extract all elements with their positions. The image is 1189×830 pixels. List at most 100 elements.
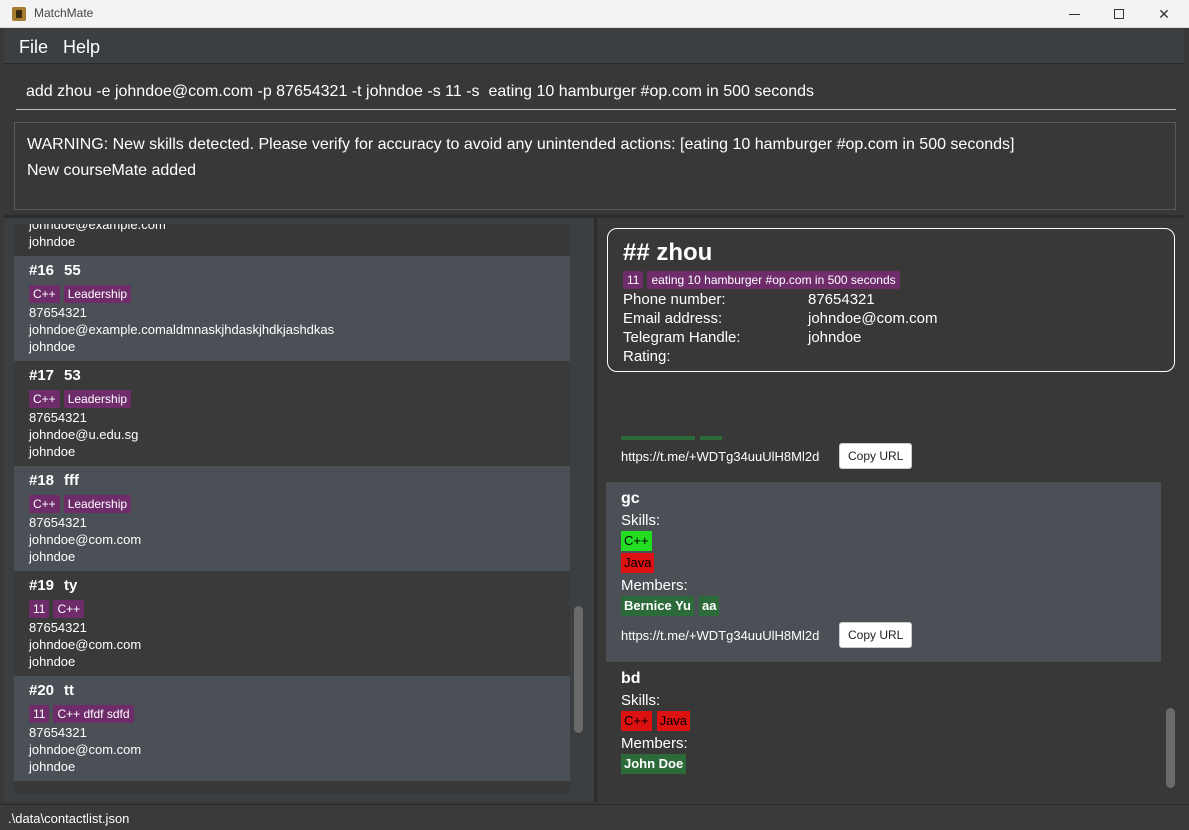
item-index: #16 [29, 262, 55, 279]
group-list[interactable]: https://t.me/+WDTg34uuUlH8Ml2d Copy URL … [606, 436, 1161, 793]
skills-label: Skills: [621, 692, 661, 709]
window-title: MatchMate [34, 6, 94, 20]
skill-tag: C++ dfdf sdfd [53, 705, 134, 723]
list-scroll-thumb[interactable] [574, 606, 583, 733]
minimize-button[interactable] [1051, 0, 1097, 28]
list-item[interactable]: #19 ty 11 C++ 87654321 johndoe@com.com joh… [14, 571, 570, 676]
telegram-value: johndoe [808, 329, 862, 346]
email-text: johndoe@example.com [29, 224, 166, 232]
result-display[interactable]: WARNING: New skills detected. Please ver… [14, 122, 1176, 210]
skill-tag: C++ [29, 285, 60, 303]
app-icon [12, 7, 26, 21]
phone-label: Phone number: [623, 291, 726, 308]
detail-name: ## zhou [623, 239, 713, 266]
group-name: gc [621, 490, 640, 507]
item-name: 53 [64, 367, 81, 384]
member-pill-partial [700, 436, 722, 440]
skill-badge: C++ [621, 531, 652, 551]
skill-tag: 11 [29, 600, 50, 618]
skill-tag: Leadership [63, 390, 132, 408]
telegram-text: johndoe [29, 759, 76, 774]
member-pill: aa [698, 596, 720, 616]
app-window: MatchMate ✕ File Help WARNING: New skill… [0, 0, 1189, 830]
telegram-text: johndoe [29, 444, 76, 459]
telegram-text: johndoe [29, 654, 76, 669]
phone-value: 87654321 [808, 291, 875, 308]
telegram-label: Telegram Handle: [623, 329, 741, 346]
menu-bar: File Help [4, 28, 1184, 64]
contact-list-panel: johndoe@example.com johndoe #16 55 C++ Lea… [4, 218, 594, 802]
skill-tag: 11 [29, 705, 50, 723]
result-message: New courseMate added [27, 162, 196, 179]
list-item-partial: johndoe@example.com johndoe [29, 224, 166, 250]
item-index: #17 [29, 367, 55, 384]
skills-label: Skills: [621, 512, 661, 529]
close-icon: ✕ [1158, 5, 1170, 22]
email-text: johndoe@com.com [29, 532, 142, 547]
skill-tag: C++ [53, 600, 85, 618]
group-url: https://t.me/+WDTg34uuUlH8Ml2d [621, 449, 820, 464]
skill-tag: Leadership [63, 495, 132, 513]
contact-detail-card: ## zhou 11 eating 10 hamburger #op.com in… [607, 228, 1175, 372]
skill-tag: C++ [29, 390, 60, 408]
email-text: johndoe@u.edu.sg [29, 427, 139, 442]
data-file-path: .\data\contactlist.json [8, 811, 130, 826]
list-item[interactable]: #20 tt 11 C++ dfdf sdfd 87654321 johndoe@c… [14, 676, 570, 781]
menu-help[interactable]: Help [63, 37, 100, 58]
detail-panel: ## zhou 11 eating 10 hamburger #op.com in… [597, 218, 1184, 802]
phone-text: 87654321 [29, 410, 87, 425]
copy-url-button[interactable]: Copy URL [839, 443, 913, 469]
contact-list[interactable]: johndoe@example.com johndoe #16 55 C++ Lea… [14, 224, 570, 794]
phone-text: 87654321 [29, 620, 87, 635]
phone-text: 87654321 [29, 725, 87, 740]
telegram-text: johndoe [29, 549, 76, 564]
group-name: bd [621, 670, 641, 687]
telegram-text: johndoe [29, 234, 76, 249]
skill-tag: Leadership [63, 285, 132, 303]
status-bar: .\data\contactlist.json [0, 804, 1189, 830]
phone-text: 87654321 [29, 515, 87, 530]
item-index: #19 [29, 577, 55, 594]
result-warning: WARNING: New skills detected. Please ver… [27, 136, 1015, 153]
list-item[interactable]: #16 55 C++ Leadership 87654321 johndoe@exa… [14, 256, 570, 361]
copy-url-button[interactable]: Copy URL [839, 622, 913, 648]
members-label: Members: [621, 735, 688, 752]
list-item[interactable]: #18 fff C++ Leadership 87654321 johndoe@co… [14, 466, 570, 571]
members-label: Members: [621, 577, 688, 594]
skill-badge: C++ [621, 711, 652, 731]
item-name: ty [64, 577, 78, 594]
member-pill-partial [621, 436, 695, 440]
item-name: tt [64, 682, 75, 699]
close-button[interactable]: ✕ [1141, 0, 1187, 28]
item-name: 55 [64, 262, 81, 279]
item-name: fff [64, 472, 80, 489]
email-text: johndoe@com.com [29, 742, 142, 757]
title-bar: MatchMate ✕ [0, 0, 1189, 28]
group-item[interactable]: bd Skills: C++ Java Members: John Doe [606, 662, 1161, 793]
member-pill: John Doe [621, 754, 687, 774]
skill-tag: eating 10 hamburger #op.com in 500 secon… [647, 271, 900, 289]
email-text: johndoe@com.com [29, 637, 142, 652]
group-url: https://t.me/+WDTg34uuUlH8Ml2d [621, 628, 820, 643]
email-text: johndoe@example.comaldmnaskjhdaskjhdkjas… [29, 322, 335, 337]
email-label: Email address: [623, 310, 723, 327]
skill-badge: Java [621, 553, 655, 573]
minimize-icon [1068, 13, 1080, 15]
menu-file[interactable]: File [19, 37, 48, 58]
item-index: #20 [29, 682, 55, 699]
phone-text: 87654321 [29, 305, 87, 320]
skill-tag: C++ [29, 495, 60, 513]
group-item[interactable]: gc Skills: C++ Java Members: Bernice Yu a… [606, 482, 1161, 662]
item-index: #18 [29, 472, 55, 489]
group-scroll-thumb[interactable] [1166, 708, 1175, 788]
command-box [4, 64, 1184, 116]
maximize-icon [1114, 9, 1124, 19]
command-input[interactable] [16, 74, 1176, 110]
member-pill: Bernice Yu [621, 596, 694, 616]
email-value: johndoe@com.com [808, 310, 938, 327]
list-item[interactable]: #17 53 C++ Leadership 87654321 johndoe@u.e… [14, 361, 570, 466]
skill-badge: Java [656, 711, 691, 731]
telegram-text: johndoe [29, 339, 76, 354]
maximize-button[interactable] [1096, 0, 1142, 28]
rating-label: Rating: [623, 348, 671, 365]
